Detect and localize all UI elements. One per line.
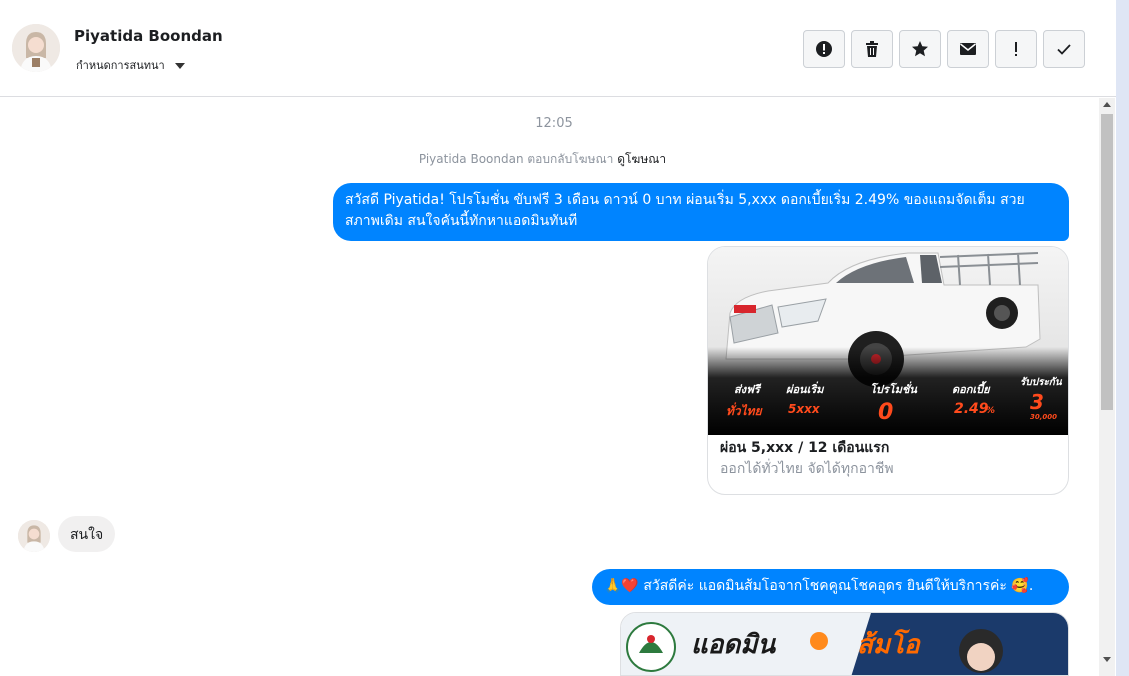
conversation-settings-label: กำหนดการสนทนา — [76, 59, 165, 72]
ad-reply-text: Piyatida Boondan ตอบกลับโฆษณา — [418, 152, 614, 166]
incoming-message[interactable]: สนใจ — [58, 516, 116, 552]
ad-card-subtitle: ออกได้ทั่วไทย จัดได้ทุกอาชีพ — [720, 461, 894, 477]
exclamation-icon — [1015, 42, 1017, 56]
promo-value-interest: 2.49 — [954, 401, 989, 417]
conversation-header: Piyatida Boondan กำหนดการสนทนา — [0, 0, 1116, 97]
message-emoji-prefix: 🙏❤️ — [604, 578, 639, 594]
report-icon — [816, 41, 832, 57]
scroll-up-icon[interactable] — [1103, 102, 1111, 107]
check-icon — [1057, 44, 1071, 55]
promo-label-interest: ดอกเบี้ย — [952, 381, 991, 396]
outgoing-message-greeting[interactable]: 🙏❤️ สวัสดีค่ะ แอดมินส้มโอจากโชคคูณโชคอุด… — [592, 569, 1069, 605]
ad-card-image: ส่งฟรี ทั่วไทย ผ่อนเริ่ม 5xxx โปรโมชั่น … — [708, 247, 1068, 435]
follow-up-button[interactable] — [995, 30, 1037, 68]
promo-value-warranty-km: 30,000 — [1030, 413, 1057, 421]
promo-label-promotion: โปรโมชั่น — [870, 381, 917, 396]
admin-banner-image[interactable]: แอดมิน ส้มโอ — [620, 612, 1069, 676]
ad-card[interactable]: ส่งฟรี ทั่วไทย ผ่อนเริ่ม 5xxx โปรโมชั่น … — [707, 246, 1069, 495]
scroll-thumb[interactable] — [1101, 114, 1113, 410]
view-ad-link[interactable]: ดูโฆษณา — [617, 152, 666, 166]
promo-label-warranty: รับประกัน — [1020, 376, 1063, 388]
banner-text-admin: แอดมิน — [691, 630, 776, 660]
message-scrollbar[interactable] — [1099, 98, 1115, 676]
promo-label-installment: ผ่อนเริ่ม — [786, 381, 825, 396]
right-panel-edge — [1116, 0, 1129, 676]
caret-down-icon — [174, 62, 185, 69]
mark-done-button[interactable] — [1043, 30, 1085, 68]
message-text: สวัสดีค่ะ แอดมินส้มโอจากโชคคูณโชคอุดร ยิ… — [643, 578, 1007, 594]
sender-avatar[interactable] — [18, 520, 50, 552]
message-timestamp: 12:05 — [535, 116, 573, 131]
contact-name[interactable]: Piyatida Boondan — [74, 27, 223, 45]
star-button[interactable] — [899, 30, 941, 68]
messenger-conversation: Piyatida Boondan กำหนดการสนทนา 12:05 Piy… — [0, 0, 1129, 676]
ad-card-title: ผ่อน 5,xxx / 12 เดือนแรก — [720, 440, 890, 456]
conversation-settings-dropdown[interactable]: กำหนดการสนทนา — [76, 56, 185, 74]
message-emoji-suffix: 🥰. — [1011, 578, 1034, 594]
banner-text-name: ส้มโอ — [857, 628, 921, 660]
outgoing-message[interactable]: สวัสดี Piyatida! โปรโมชั่น ขับฟรี 3 เดือ… — [333, 183, 1069, 241]
delete-button[interactable] — [851, 30, 893, 68]
report-button[interactable] — [803, 30, 845, 68]
promo-label-free-shipping: ส่งฟรี — [734, 383, 762, 396]
promo-value-free-shipping: ทั่วไทย — [726, 402, 763, 418]
star-icon — [912, 41, 928, 57]
promo-value-installment: 5xxx — [788, 402, 821, 416]
promo-value-interest-unit: % — [986, 406, 995, 416]
scroll-down-icon[interactable] — [1103, 657, 1111, 662]
promo-value-down: 0 — [878, 400, 893, 425]
envelope-icon — [960, 43, 976, 55]
trash-icon — [866, 41, 878, 57]
admin-banner-graphic: แอดมิน ส้มโอ — [621, 613, 1068, 675]
mark-unread-button[interactable] — [947, 30, 989, 68]
conversation-toolbar — [803, 30, 1085, 68]
promo-value-warranty: 3 — [1030, 390, 1044, 414]
ad-reply-notice: Piyatida Boondan ตอบกลับโฆษณา ดูโฆษณา — [0, 150, 1085, 169]
contact-avatar[interactable] — [12, 24, 60, 72]
